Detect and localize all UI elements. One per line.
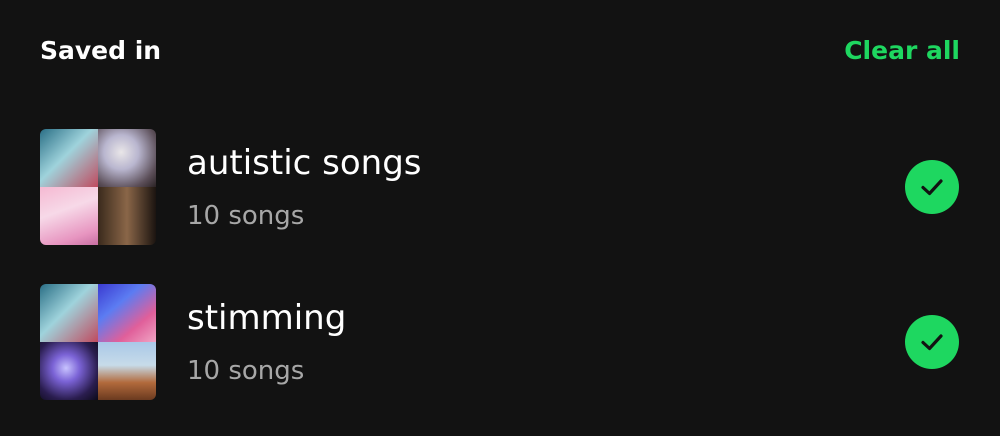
saved-in-header: Saved in Clear all [40, 30, 960, 70]
cover-tile [40, 342, 98, 400]
cover-tile [40, 187, 98, 245]
cover-tile [40, 129, 98, 187]
playlist-song-count: 10 songs [187, 356, 305, 386]
cover-tile [98, 187, 156, 245]
playlist-row-stimming[interactable]: stimming 10 songs [40, 283, 960, 401]
cover-tile [98, 284, 156, 342]
playlist-info: stimming 10 songs [187, 298, 905, 386]
section-title: Saved in [40, 35, 162, 65]
clear-all-button[interactable]: Clear all [844, 36, 960, 65]
checkmark-icon[interactable] [905, 160, 959, 214]
playlist-song-count: 10 songs [187, 201, 305, 231]
playlist-row-autistic-songs[interactable]: autistic songs 10 songs [40, 128, 960, 246]
checkmark-icon[interactable] [905, 315, 959, 369]
playlist-cover-mosaic [40, 284, 156, 400]
playlist-cover-mosaic [40, 129, 156, 245]
cover-tile [98, 129, 156, 187]
cover-tile [40, 284, 98, 342]
playlist-info: autistic songs 10 songs [187, 143, 905, 231]
cover-tile [98, 342, 156, 400]
playlist-title: autistic songs [187, 143, 422, 183]
playlist-title: stimming [187, 298, 347, 338]
